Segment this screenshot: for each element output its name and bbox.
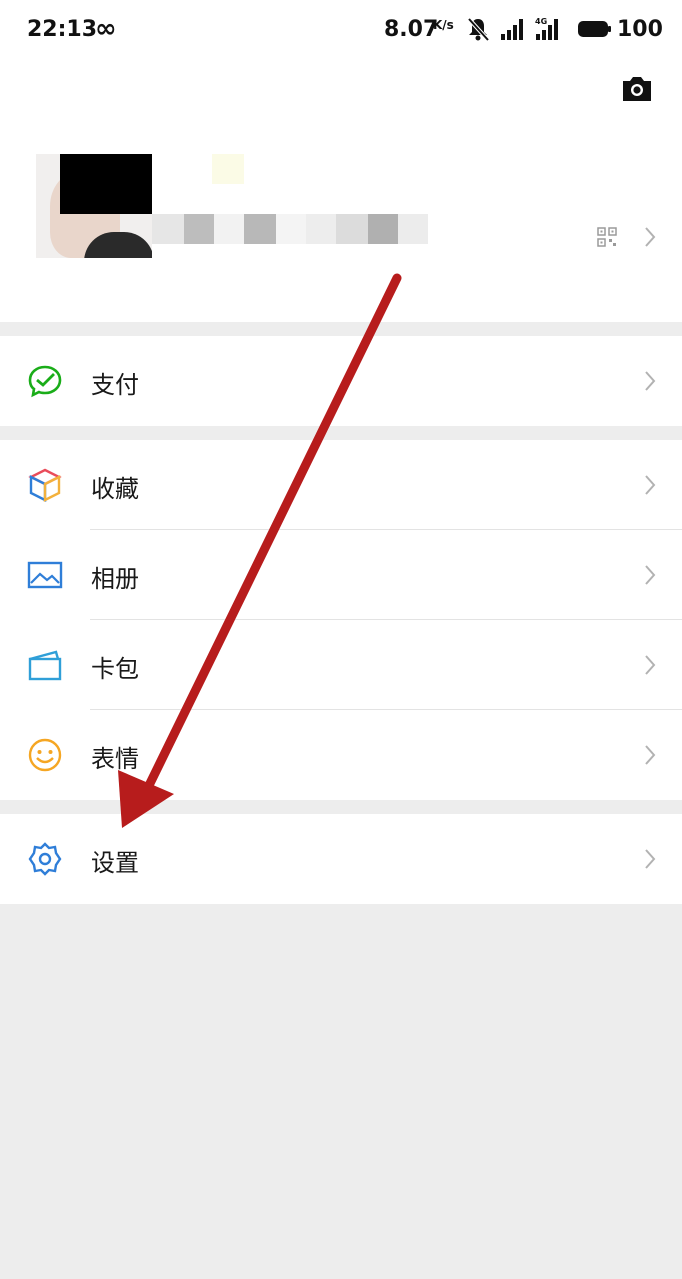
card-wallet-icon [28,650,62,681]
nickname-redacted [212,154,244,184]
menu-item-label: 支付 [91,371,139,399]
qr-code-icon[interactable] [597,227,617,247]
avatar[interactable] [36,154,152,258]
status-bar: 22:13 ∞ 8.07 K/s 4G 100 [0,0,682,62]
chevron-right-icon [645,849,656,869]
chevron-right-icon [645,745,656,765]
menu-item-settings[interactable]: 设置 [0,814,682,904]
chevron-right-icon [645,565,656,585]
menu-item-label: 收藏 [91,475,139,503]
album-icon [27,561,63,589]
menu-item-stickers[interactable]: 表情 [0,710,682,800]
chevron-right-icon [645,475,656,495]
menu-item-label: 相册 [91,565,139,593]
network-speed-unit: K/s [433,18,454,32]
signal-icon [501,19,523,40]
network-speed: 8.07 [384,17,439,42]
battery-level: 100 [617,17,663,42]
menu-item-cards[interactable]: 卡包 [0,620,682,710]
infinity-icon: ∞ [95,14,117,44]
profile-header[interactable] [0,62,682,322]
section-pay: 支付 [0,336,682,426]
section-content: 收藏 相册 卡包 表情 [0,440,682,800]
chevron-right-icon [645,655,656,675]
avatar-censor-block [60,154,152,214]
chevron-right-icon[interactable] [644,226,656,248]
favorites-cube-icon [28,468,62,502]
menu-item-label: 卡包 [91,655,139,683]
menu-item-label: 表情 [91,745,139,773]
settings-gear-icon [28,842,62,876]
svg-text:4G: 4G [535,17,547,26]
sticker-smile-icon [28,738,62,772]
menu-item-pay[interactable]: 支付 [0,336,682,426]
section-settings: 设置 [0,814,682,904]
menu-item-label: 设置 [91,849,139,877]
mute-bell-icon [467,17,490,42]
signal-4g-icon: 4G [535,17,558,40]
camera-icon[interactable] [620,72,654,104]
menu-item-favorites[interactable]: 收藏 [0,440,682,530]
status-time: 22:13 [27,17,98,42]
battery-icon [578,21,611,37]
chevron-right-icon [645,371,656,391]
pay-icon [28,365,62,398]
menu-item-album[interactable]: 相册 [0,530,682,620]
